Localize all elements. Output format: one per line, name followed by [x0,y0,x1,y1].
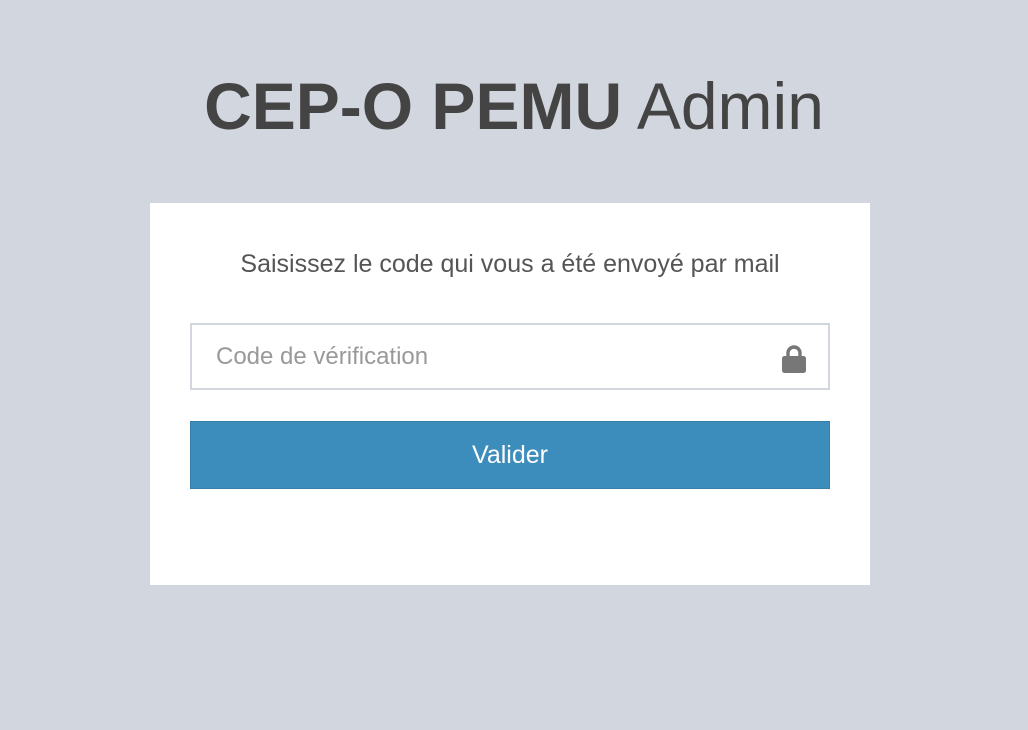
verification-panel: Saisissez le code qui vous a été envoyé … [150,203,870,585]
logo-suffix: Admin [636,69,824,143]
app-logo: CEP-O PEMU Admin [0,66,1028,146]
submit-button[interactable]: Valider [190,421,830,489]
verification-message: Saisissez le code qui vous a été envoyé … [240,250,780,278]
verification-code-input[interactable] [192,325,828,388]
logo-brand: CEP-O PEMU [204,69,623,143]
verification-code-field[interactable] [190,323,830,390]
lock-icon [782,345,806,373]
